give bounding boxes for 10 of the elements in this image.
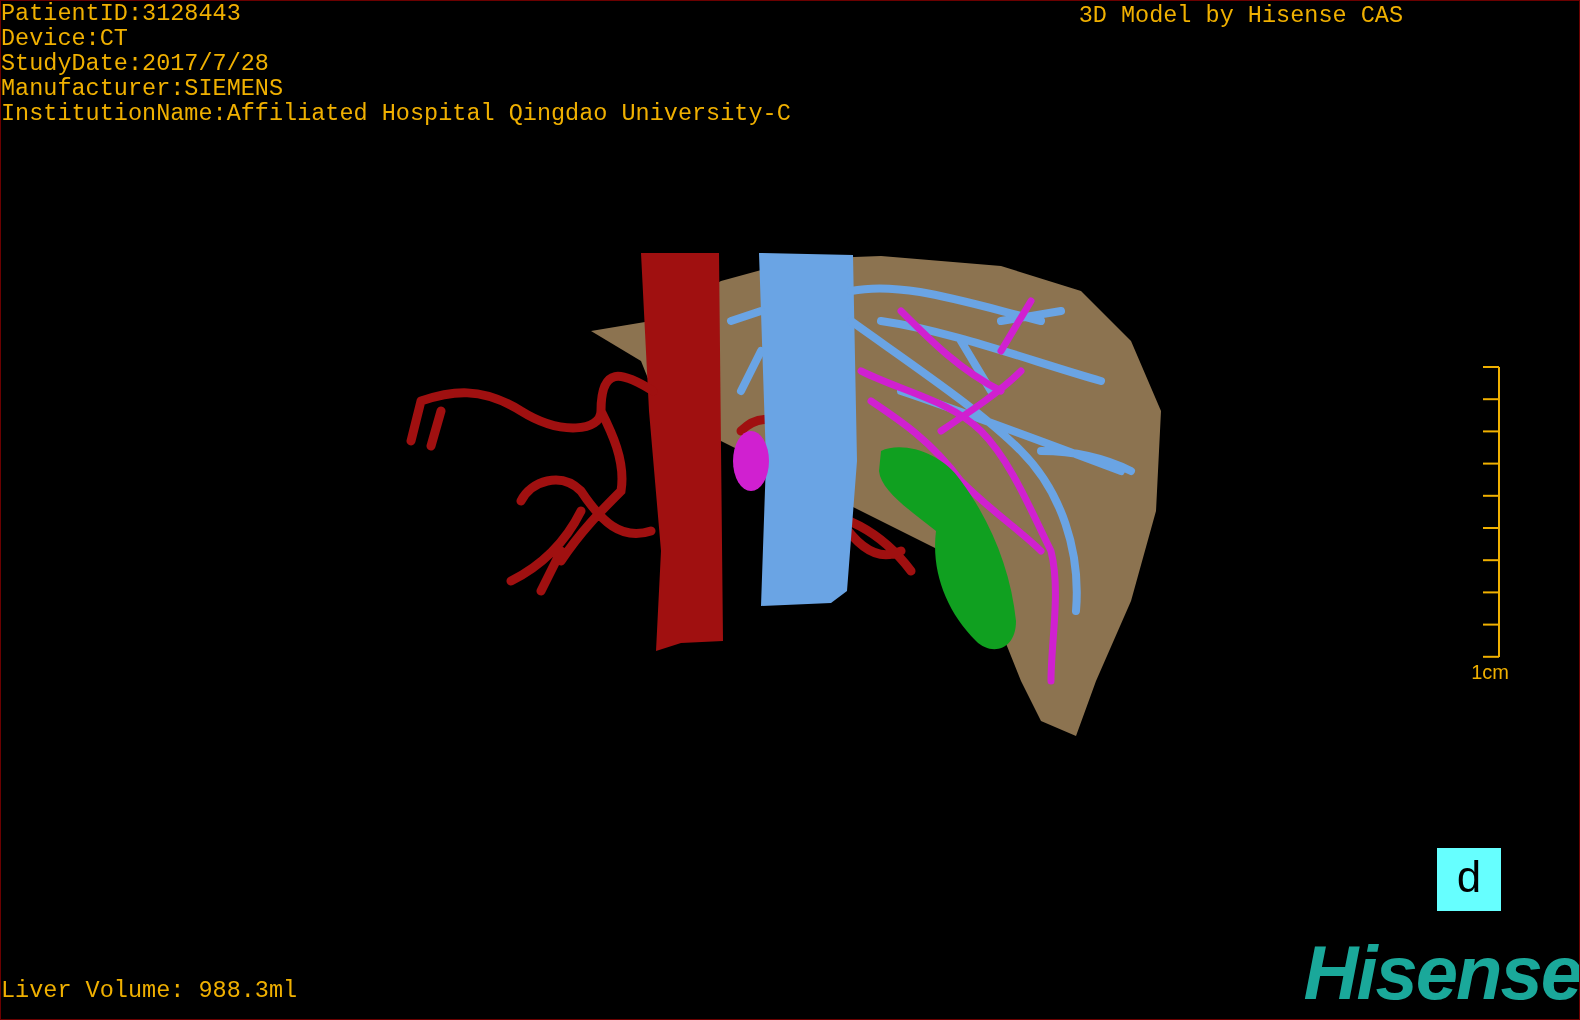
liver-volume-text: Liver Volume: 988.3ml xyxy=(1,978,298,1003)
scale-bar-label: 1cm xyxy=(1471,660,1509,684)
patient-info-text: InstitutionName:Affiliated Hospital Qingdao University-C xyxy=(1,101,791,126)
patient-info-text: Manufacturer:SIEMENS xyxy=(1,76,285,101)
patient-info-text: Device:CT xyxy=(1,26,129,51)
brand-logo: Hisense xyxy=(1303,935,1579,1011)
viewer-title: 3D Model by Hisense CAS xyxy=(1078,3,1403,31)
orientation-cube[interactable]: d xyxy=(1437,848,1501,911)
patient-info-text: PatientID:3128443 xyxy=(1,1,242,26)
patient-info-text: StudyDate:2017/7/28 xyxy=(1,51,270,76)
